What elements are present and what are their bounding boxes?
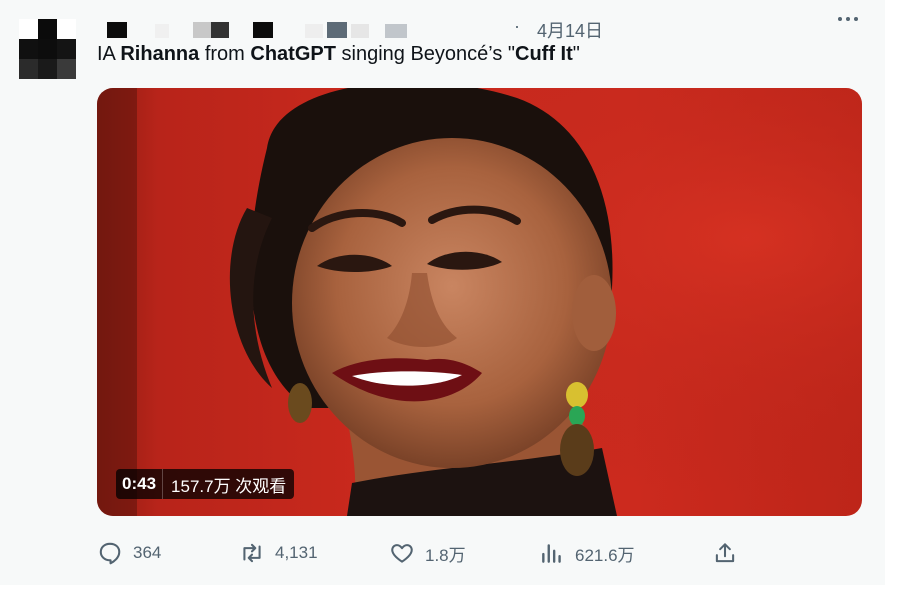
date-separator: · [514,16,520,36]
tweet-text-segment: from [199,43,251,65]
views-button[interactable]: 621.6万 [539,531,635,575]
like-button[interactable]: 1.8万 [389,531,466,575]
retweet-button[interactable]: 4,131 [239,531,318,575]
like-count: 1.8万 [425,545,466,565]
tweet-text-segment: " [572,43,580,65]
retweet-icon [243,543,261,563]
tweet-header: · 4月14日 [100,8,830,41]
tweet-text-segment: singing Beyoncé’s " [335,43,516,65]
reply-button[interactable]: 364 [97,531,161,575]
share-button[interactable] [712,531,738,575]
analytics-icon [542,544,561,563]
tweet-actions: 364 4,131 1.8万 621.6万 [0,531,885,575]
tweet-card[interactable]: · 4月14日 IA Rihanna from ChatGPT singing … [0,0,885,585]
page-margin-bottom [0,585,900,595]
video-view-count: 157.7万 次观看 [162,469,295,499]
tweet-text: IA Rihanna from ChatGPT singing Beyoncé’… [97,42,580,66]
more-options-icon[interactable] [836,12,860,26]
redacted-handle[interactable] [305,22,510,38]
video-thumbnail [97,88,862,516]
tweet-text-bold: Rihanna [120,43,200,65]
reply-icon [99,542,121,565]
retweet-count: 4,131 [275,543,318,562]
video-player[interactable] [97,88,862,516]
video-duration: 0:43 [116,469,163,499]
page-margin-right [885,0,900,595]
heart-icon [391,544,413,563]
reply-count: 364 [133,543,162,562]
avatar[interactable] [19,19,76,79]
video-info-badge: 0:43 157.7万 次观看 [116,469,295,499]
views-count: 621.6万 [575,545,635,565]
tweet-text-bold: Cuff It [515,43,573,65]
tweet-text-segment: IA [97,43,121,65]
tweet-text-bold: ChatGPT [250,43,336,65]
tweet-date[interactable]: 4月14日 [537,17,603,43]
share-icon [715,543,735,563]
